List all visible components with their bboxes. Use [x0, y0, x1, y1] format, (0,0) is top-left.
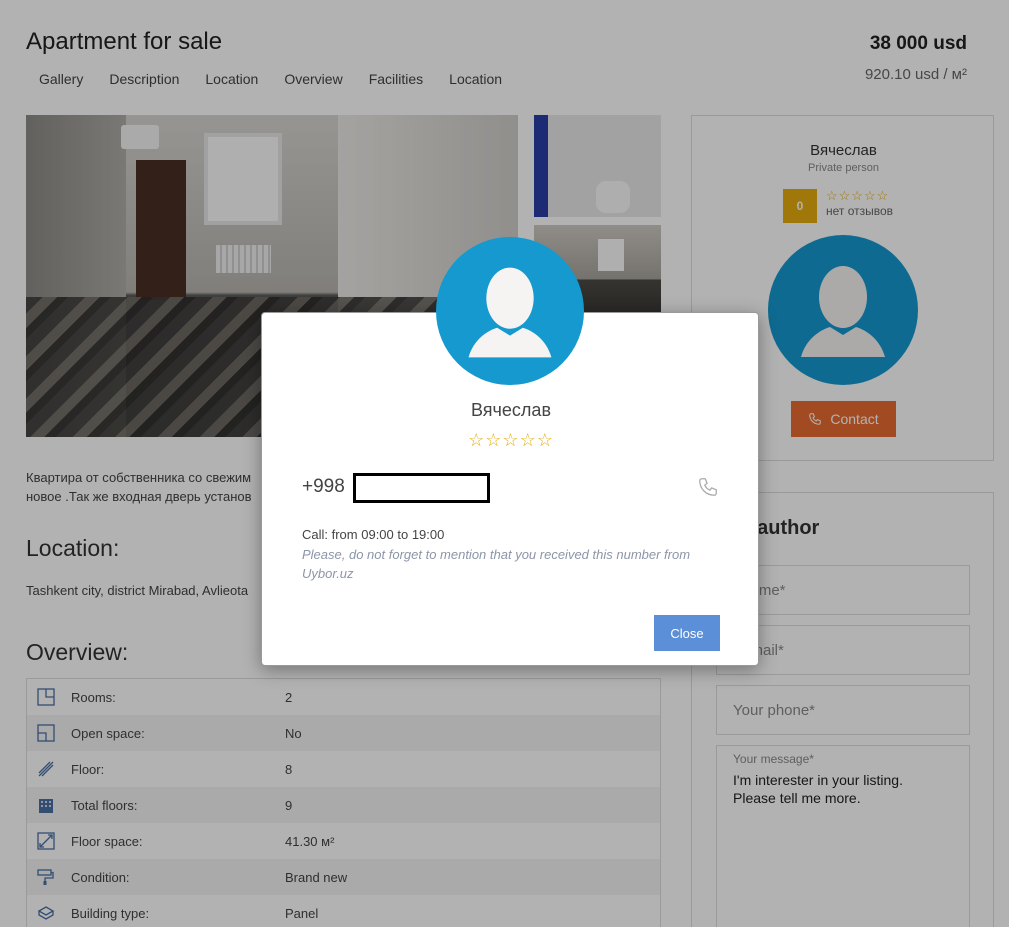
phone-number-redacted: [353, 473, 490, 503]
phone-icon[interactable]: [697, 476, 719, 498]
user-silhouette-icon: [468, 267, 552, 358]
close-button[interactable]: Close: [654, 615, 720, 651]
modal-author-name: Вячеслав: [470, 400, 551, 420]
modal-rating-stars: ☆☆☆☆☆: [468, 430, 554, 450]
call-note: Please, do not forget to mention that yo…: [302, 547, 691, 581]
modal-avatar: [436, 237, 584, 385]
call-hours: Call: from 09:00 to 19:00: [302, 527, 445, 542]
phone-prefix: +998: [302, 476, 345, 497]
